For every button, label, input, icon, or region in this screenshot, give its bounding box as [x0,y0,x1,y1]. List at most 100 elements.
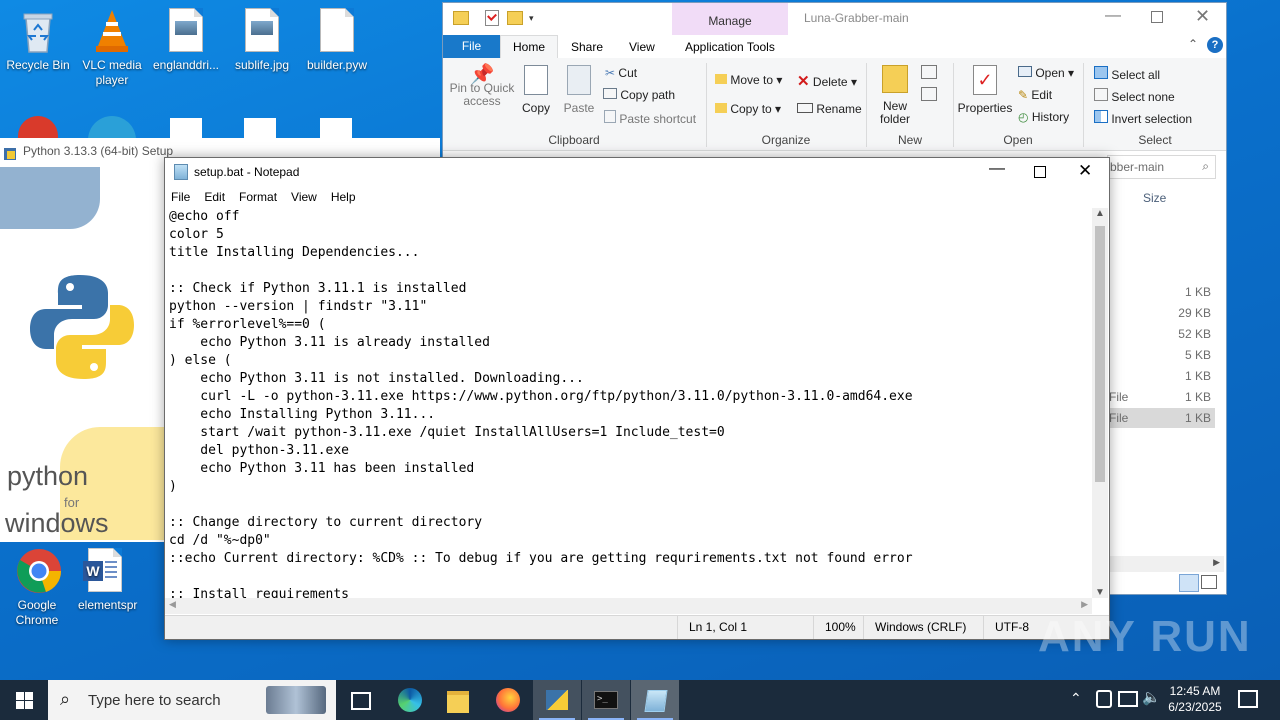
tab-file[interactable]: File [443,35,500,58]
image-file-icon [164,8,208,54]
paste-button[interactable]: Paste [559,65,599,115]
file-row-selected[interactable]: File 1 KB [1109,408,1215,428]
properties-icon: ✓ [973,65,997,95]
menu-format[interactable]: Format [239,186,285,208]
taskbar-file-explorer[interactable] [434,680,482,720]
vertical-scrollbar[interactable]: ▲ ▼ [1092,208,1108,598]
taskbar-firefox[interactable] [484,680,532,720]
file-size: 52 KB [1178,327,1211,341]
manage-context-tab[interactable]: Manage [672,3,788,35]
python-brand-text: windows [5,508,109,538]
file-row[interactable]: 1 KB [1109,366,1215,386]
notepad-icon [174,164,188,180]
file-size: 1 KB [1184,369,1211,383]
file-row[interactable]: File 1 KB [1109,387,1215,407]
task-view-button[interactable] [336,680,384,720]
new-folder-quick-icon[interactable] [507,11,523,25]
scroll-left-icon[interactable]: ◀ [169,599,176,610]
network-icon[interactable] [1118,691,1138,707]
desktop-icon-chrome[interactable]: Google Chrome [0,548,76,628]
network-device-icon[interactable] [1096,690,1112,708]
volume-icon[interactable]: 🔈 [1142,688,1161,706]
open-button[interactable]: Open ▾ [1018,66,1074,80]
cut-button[interactable]: ✂ Cut [605,66,637,80]
start-button[interactable] [0,680,48,720]
maximize-button[interactable] [1034,166,1046,178]
rename-button[interactable]: Rename [797,102,862,116]
desktop-icon-recycle-bin[interactable]: Recycle Bin [0,8,76,73]
move-to-button[interactable]: Move to ▾ [715,73,782,87]
taskbar-notepad[interactable] [631,680,679,720]
paste-shortcut-button[interactable]: Paste shortcut [604,110,696,126]
easy-access-icon[interactable] [921,87,937,101]
size-column-header[interactable]: Size [1143,191,1166,205]
edit-button[interactable]: ✎ Edit [1018,88,1052,102]
taskbar-edge[interactable] [386,680,434,720]
scroll-right-icon[interactable]: ▶ [1213,557,1220,568]
paste-icon [567,65,591,95]
file-row[interactable]: 29 KB [1109,303,1215,323]
copy-button[interactable]: Copy [519,65,553,115]
tab-view[interactable]: View [629,40,655,54]
delete-label: Delete [812,75,848,89]
text-line: ) else ( [169,353,232,368]
scroll-down-icon[interactable]: ▼ [1095,587,1105,598]
taskbar-search-box[interactable]: ⌕ Type here to search [48,680,336,720]
scroll-thumb[interactable] [1095,226,1105,482]
notepad-titlebar[interactable]: setup.bat - Notepad — ✕ [165,158,1109,186]
menu-view[interactable]: View [291,186,325,208]
menu-help[interactable]: Help [331,186,364,208]
horizontal-scrollbar[interactable]: ◀ ▶ [165,598,1092,614]
taskbar-python-setup[interactable] [533,680,581,720]
menu-file[interactable]: File [171,186,198,208]
new-folder-button[interactable]: New folder [875,65,915,126]
desktop-icon-englanddri[interactable]: englanddri... [148,8,224,73]
select-none-button[interactable]: Select none [1094,88,1175,104]
large-icons-view-icon[interactable] [1201,575,1217,589]
scroll-right-icon[interactable]: ▶ [1081,599,1088,610]
desktop-icon-builder[interactable]: builder.pyw [299,8,375,73]
properties-quick-icon[interactable] [485,10,499,26]
properties-button[interactable]: ✓ Properties [957,65,1013,115]
details-view-icon[interactable] [1179,574,1199,592]
file-type: File [1109,390,1129,404]
folder-icon [447,691,469,713]
file-size: 5 KB [1184,348,1211,362]
horizontal-scrollbar[interactable]: ▶ [1109,556,1224,572]
desktop-icon-elementspr[interactable]: W elementspr [72,548,138,613]
clock[interactable]: 12:45 AM 6/23/2025 [1164,683,1226,715]
copy-to-button[interactable]: Copy to ▾ [715,102,781,116]
close-button[interactable]: ✕ [1195,6,1210,27]
desktop-icon-sublife[interactable]: sublife.jpg [224,8,300,73]
show-hidden-icons-button[interactable]: ⌃ [1070,690,1082,707]
minimize-button[interactable]: — [989,160,1005,178]
help-icon[interactable]: ? [1207,37,1223,53]
partial-desktop-icon [244,118,276,140]
file-row[interactable]: 5 KB [1109,345,1215,365]
delete-button[interactable]: ✕ Delete ▾ [797,72,857,90]
history-button[interactable]: ◴ History [1018,110,1069,124]
taskbar-terminal[interactable]: >_ [582,680,630,720]
tab-share[interactable]: Share [571,40,603,54]
pin-to-quick-access-button[interactable]: 📌 Pin to Quick access [449,65,515,108]
notifications-icon[interactable] [1238,690,1258,708]
tab-application-tools[interactable]: Application Tools [685,40,775,54]
maximize-button[interactable] [1151,11,1163,23]
select-all-button[interactable]: Select all [1094,66,1160,82]
quick-access-dropdown-icon[interactable]: ▾ [529,13,534,24]
text-editor[interactable]: @echo off color 5 title Installing Depende… [169,208,1089,598]
file-row[interactable]: 52 KB [1109,324,1215,344]
new-item-icon[interactable] [921,65,937,79]
search-input[interactable]: bber-main ⌕ [1107,155,1216,179]
tab-home[interactable]: Home [500,35,558,59]
file-row[interactable]: 1 KB [1109,282,1215,302]
invert-selection-button[interactable]: Invert selection [1094,110,1192,126]
close-button[interactable]: ✕ [1078,161,1092,181]
desktop-icon-vlc[interactable]: VLC media player [74,8,150,88]
minimize-button[interactable]: — [1105,7,1121,25]
zoom-level: 100% [813,616,856,639]
copy-path-button[interactable]: Copy path [603,88,675,102]
scroll-up-icon[interactable]: ▲ [1095,208,1105,219]
menu-edit[interactable]: Edit [204,186,233,208]
collapse-ribbon-icon[interactable]: ⌃ [1188,37,1198,51]
